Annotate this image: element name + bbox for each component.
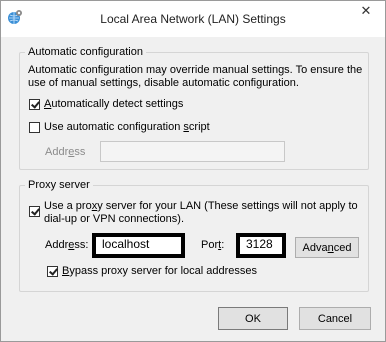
use-proxy-label[interactable]: Use a proxy server for your LAN (These s… — [44, 200, 364, 226]
close-icon: ✕ — [360, 3, 372, 18]
ok-button[interactable]: OK — [218, 307, 288, 330]
proxy-server-legend: Proxy server — [25, 179, 93, 191]
title-bar[interactable]: Local Area Network (LAN) Settings ✕ — [1, 1, 385, 37]
auto-config-script-label[interactable]: Use automatic configuration script — [44, 121, 210, 134]
bypass-local-checkbox[interactable] — [47, 266, 58, 277]
script-address-field[interactable] — [100, 141, 285, 162]
cancel-button[interactable]: Cancel — [299, 307, 371, 330]
proxy-address-label: Address: — [45, 239, 89, 251]
script-address-label: Address — [45, 146, 86, 158]
close-button[interactable]: ✕ — [353, 2, 379, 20]
bypass-local-label[interactable]: Bypass proxy server for local addresses — [62, 265, 257, 278]
auto-config-script-checkbox[interactable] — [29, 122, 40, 133]
lan-settings-dialog: Local Area Network (LAN) Settings ✕ Auto… — [0, 0, 386, 342]
proxy-port-label: Port: — [201, 239, 225, 251]
auto-detect-checkbox[interactable] — [29, 99, 40, 110]
auto-detect-label[interactable]: Automatically detect settings — [44, 98, 183, 111]
proxy-port-field[interactable]: 3128 — [236, 233, 286, 258]
advanced-button[interactable]: Adva n ced — [295, 237, 359, 258]
automatic-configuration-legend: Automatic configuration — [25, 46, 146, 58]
use-proxy-checkbox[interactable] — [29, 206, 40, 217]
proxy-address-field[interactable]: localhost — [92, 233, 185, 258]
window-title: Local Area Network (LAN) Settings — [100, 12, 286, 26]
automatic-configuration-description: Automatic configuration may override man… — [28, 64, 363, 89]
